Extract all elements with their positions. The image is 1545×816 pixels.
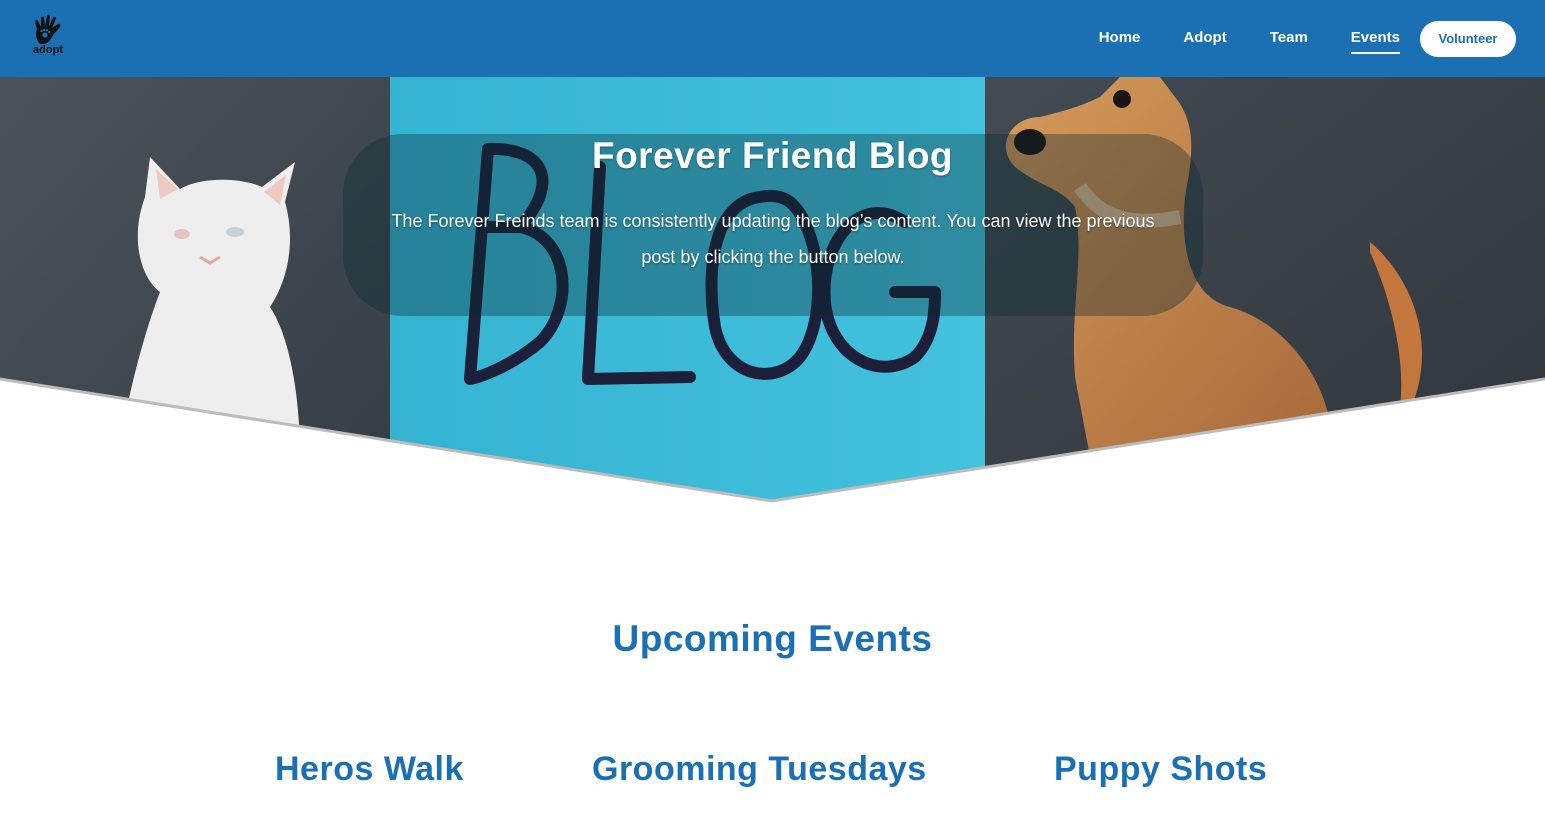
volunteer-button[interactable]: Volunteer <box>1420 20 1516 57</box>
events-heading: Upcoming Events <box>612 618 933 659</box>
hero-banner: Forever Friend Blog The Forever Freinds … <box>0 77 1545 507</box>
event-title[interactable]: Puppy Shots <box>1054 750 1267 789</box>
event-title[interactable]: Heros Walk <box>275 750 464 789</box>
logo-text: adopt <box>33 44 63 56</box>
nav-team[interactable]: Team <box>1270 29 1308 48</box>
nav-adopt[interactable]: Adopt <box>1183 29 1226 48</box>
event-title[interactable]: Grooming Tuesdays <box>592 750 927 789</box>
site-logo[interactable]: adopt <box>28 14 68 60</box>
hero-description: The Forever Freinds team is consistently… <box>391 211 1155 267</box>
nav-home[interactable]: Home <box>1099 29 1141 48</box>
hero-title: Forever Friend Blog <box>591 135 954 176</box>
main-nav: Home Adopt Team Events Volunteer <box>1099 0 1545 77</box>
paw-hand-icon <box>35 14 61 45</box>
top-navbar: adopt Home Adopt Team Events Volunteer <box>0 0 1545 77</box>
nav-events[interactable]: Events <box>1350 29 1401 54</box>
